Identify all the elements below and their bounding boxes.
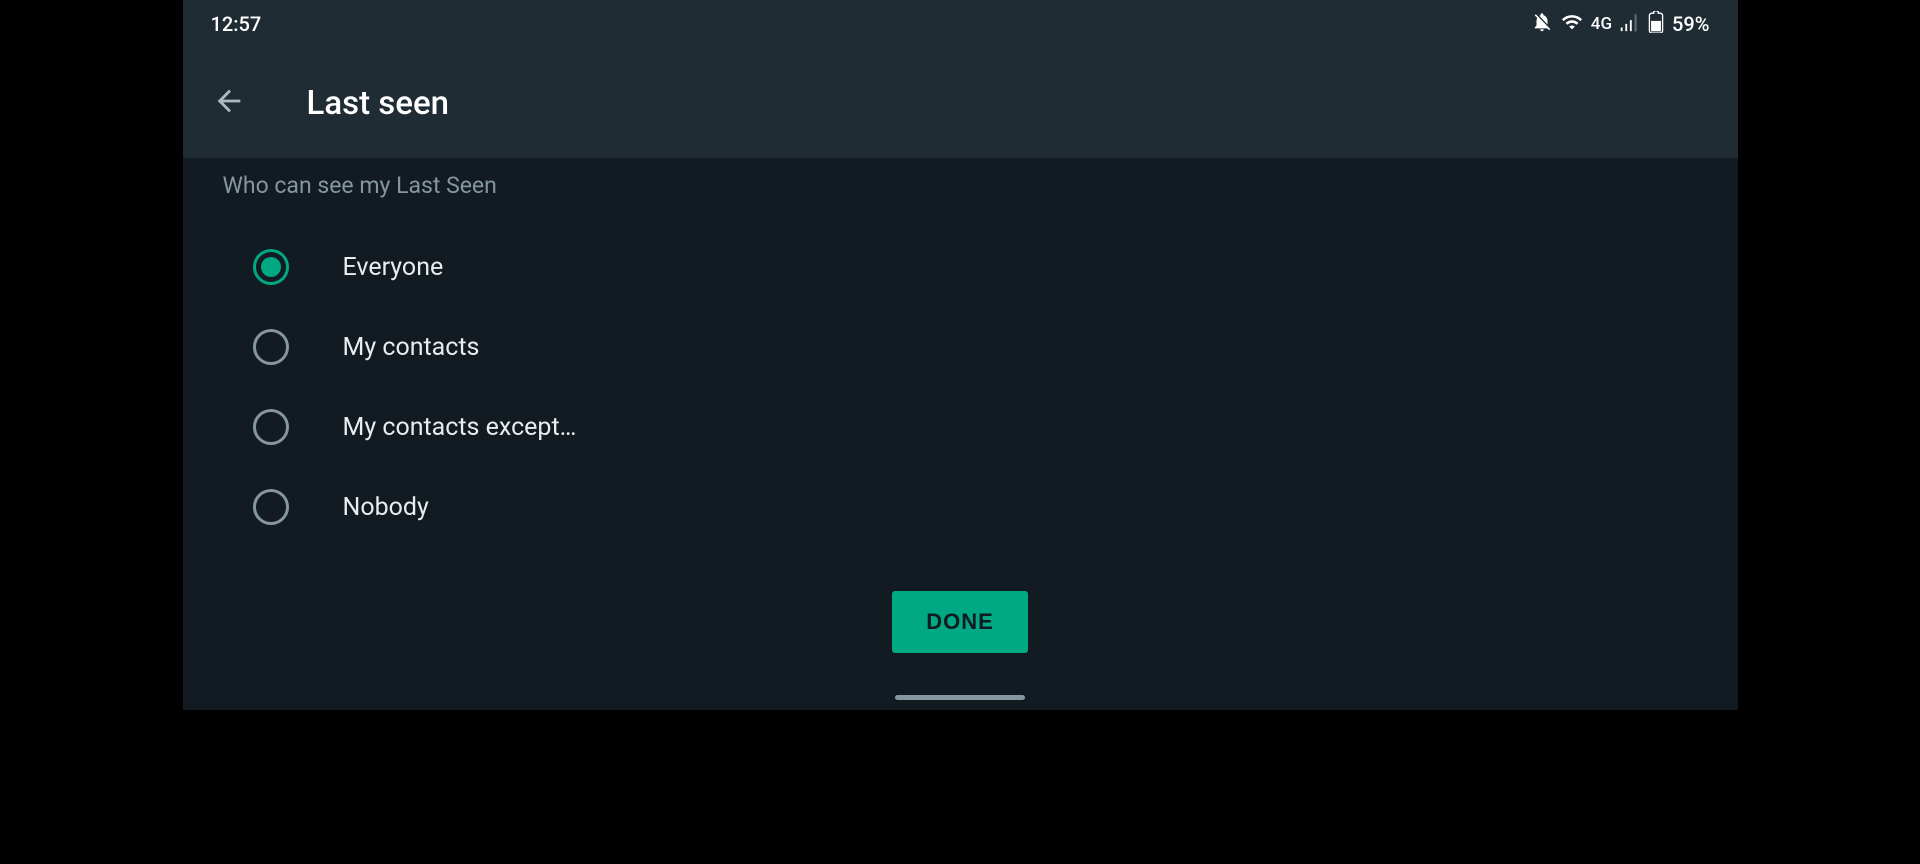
bell-off-icon xyxy=(1531,11,1553,38)
radio-unselected-icon xyxy=(253,329,289,365)
page-title: Last seen xyxy=(307,84,450,123)
section-header: Who can see my Last Seen xyxy=(183,172,1738,199)
battery-percentage: 59% xyxy=(1672,12,1709,36)
option-label: Nobody xyxy=(343,493,429,522)
option-my-contacts-except[interactable]: My contacts except… xyxy=(183,387,1738,467)
radio-selected-icon xyxy=(253,249,289,285)
wifi-icon xyxy=(1561,11,1583,38)
done-button[interactable]: DONE xyxy=(892,591,1028,653)
back-button[interactable] xyxy=(211,85,247,121)
navigation-handle[interactable] xyxy=(895,695,1025,700)
option-nobody[interactable]: Nobody xyxy=(183,467,1738,547)
radio-unselected-icon xyxy=(253,489,289,525)
radio-group: Everyone My contacts My contacts except…… xyxy=(183,227,1738,547)
network-label: 4G xyxy=(1591,14,1612,34)
radio-unselected-icon xyxy=(253,409,289,445)
action-row: DONE xyxy=(183,591,1738,653)
status-icons: 4G 59% xyxy=(1531,11,1710,38)
option-label: My contacts xyxy=(343,333,480,362)
battery-icon xyxy=(1648,11,1664,38)
status-bar: 12:57 4G 59% xyxy=(183,0,1738,48)
option-label: Everyone xyxy=(343,253,444,282)
content-area: Who can see my Last Seen Everyone My con… xyxy=(183,158,1738,653)
option-everyone[interactable]: Everyone xyxy=(183,227,1738,307)
option-label: My contacts except… xyxy=(343,413,577,442)
arrow-left-icon xyxy=(212,84,246,122)
option-my-contacts[interactable]: My contacts xyxy=(183,307,1738,387)
app-bar: Last seen xyxy=(183,48,1738,158)
app-root: 12:57 4G 59% Last seen Who can xyxy=(183,0,1738,710)
status-time: 12:57 xyxy=(211,12,262,36)
signal-icon xyxy=(1618,11,1640,38)
